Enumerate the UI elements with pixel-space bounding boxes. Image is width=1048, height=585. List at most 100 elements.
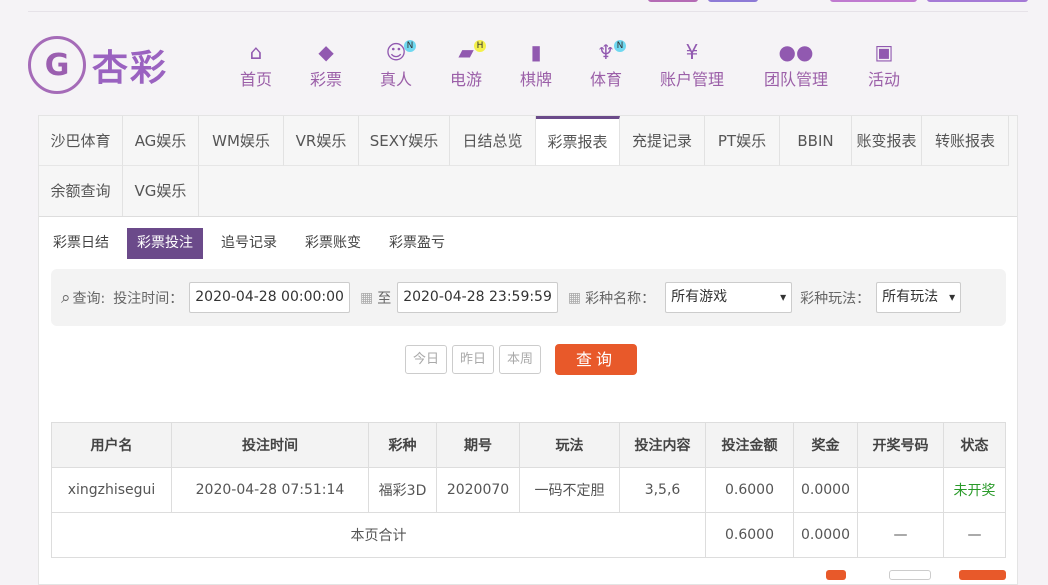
nav-label: 真人 [380, 70, 413, 89]
search-button[interactable]: 查询 [555, 344, 638, 375]
nav-home[interactable]: ⌂ 首页 [240, 40, 272, 90]
play-select[interactable]: 所有玩法 [876, 282, 962, 313]
cell-draw-numbers [857, 467, 944, 513]
pagination-button[interactable] [826, 570, 846, 580]
badge: N [614, 40, 627, 52]
subtab-profit[interactable]: 彩票盈亏 [379, 228, 455, 259]
cell-play: 一码不定胆 [519, 467, 620, 513]
col-issue: 期号 [436, 422, 520, 468]
trophy-icon: ♆ N [590, 40, 627, 66]
nav-live[interactable]: ☺ N 真人 [380, 40, 417, 90]
to-label: 至 [377, 290, 392, 307]
tab-wm[interactable]: WM娱乐 [199, 116, 284, 166]
cell-bet-time: 2020-04-28 07:51:14 [171, 467, 369, 513]
table-header: 用户名 投注时间 彩种 期号 玩法 投注内容 投注金额 奖金 开奖号码 状态 [51, 422, 1006, 468]
subtab-chase[interactable]: 追号记录 [211, 228, 287, 259]
tab-transfers[interactable]: 转账报表 [922, 116, 1009, 166]
nav-label: 活动 [868, 70, 901, 89]
tab-lottery-report[interactable]: 彩票报表 [536, 116, 620, 166]
nav-label: 首页 [240, 70, 273, 89]
subtab-bets[interactable]: 彩票投注 [127, 228, 203, 259]
cell-issue: 2020070 [436, 467, 520, 513]
status-badge: 未开奖 [943, 467, 1006, 513]
sub-tabs: 彩票日结 彩票投注 追号记录 彩票账变 彩票盈亏 [43, 228, 463, 259]
nav-label: 电游 [450, 70, 483, 89]
tab-ag[interactable]: AG娱乐 [123, 116, 199, 166]
team-icon: ●● [778, 40, 814, 64]
tab-bbin[interactable]: BBIN [780, 116, 852, 166]
cell-content: 3,5,6 [619, 467, 706, 513]
subtab-daily[interactable]: 彩票日结 [43, 228, 119, 259]
query-label: 查询: [72, 290, 106, 307]
top-button[interactable] [708, 0, 758, 2]
tab-sexy[interactable]: SEXY娱乐 [359, 116, 450, 166]
game-select[interactable]: 所有游戏 [665, 282, 793, 313]
today-button[interactable]: 今日 [405, 345, 448, 374]
report-tabs: 沙巴体育 AG娱乐 WM娱乐 VR娱乐 SEXY娱乐 日结总览 彩票报表 充提记… [39, 116, 1017, 217]
tab-pt[interactable]: PT娱乐 [705, 116, 780, 166]
total-label: 本页合计 [51, 512, 706, 558]
calendar-icon[interactable]: ▦ [360, 290, 373, 306]
col-bonus: 奖金 [793, 422, 858, 468]
total-amount: 0.6000 [705, 512, 794, 558]
divider [28, 11, 1028, 12]
page-input[interactable] [889, 570, 931, 580]
col-amount: 投注金额 [705, 422, 794, 468]
col-game: 彩种 [368, 422, 437, 468]
search-icon: ⌕ [61, 287, 71, 308]
lottery-ticket-icon: ◆ [318, 40, 334, 64]
col-play: 玩法 [519, 422, 620, 468]
cell-amount: 0.6000 [705, 467, 794, 513]
yesterday-button[interactable]: 昨日 [452, 345, 495, 374]
tab-vg[interactable]: VG娱乐 [123, 166, 199, 216]
badge: N [404, 40, 417, 52]
tab-account-changes[interactable]: 账变报表 [852, 116, 922, 166]
total-row: 本页合计 0.6000 0.0000 — — [51, 512, 1006, 558]
badge: H [474, 40, 487, 52]
calendar-icon[interactable]: ▦ [568, 290, 581, 306]
subtab-changes[interactable]: 彩票账变 [295, 228, 371, 259]
logo-mark-icon: G [28, 36, 86, 94]
tab-deposits[interactable]: 充提记录 [620, 116, 705, 166]
quick-buttons: 今日 昨日 本周 查询 [405, 344, 638, 375]
top-button[interactable] [648, 0, 698, 2]
play-label: 彩种玩法： [800, 290, 871, 307]
logo[interactable]: G 杏彩 [28, 36, 168, 94]
nav-team[interactable]: ●● 团队管理 [764, 40, 828, 90]
time-label: 投注时间： [113, 290, 184, 307]
gamepad-icon: ▰ H [450, 40, 487, 66]
yen-coin-icon: ¥ [685, 40, 699, 64]
tab-saba[interactable]: 沙巴体育 [39, 116, 123, 166]
nav-events[interactable]: ▣ 活动 [868, 40, 900, 90]
nav-label: 团队管理 [764, 70, 829, 89]
top-button[interactable] [830, 0, 917, 2]
logo-text: 杏彩 [92, 48, 169, 89]
tab-balance[interactable]: 余额查询 [39, 166, 123, 216]
cell-username: xingzhisegui [51, 467, 172, 513]
nav-cards[interactable]: ▮ 棋牌 [520, 40, 552, 90]
total-status: — [943, 512, 1006, 558]
tab-daily[interactable]: 日结总览 [450, 116, 536, 166]
cards-icon: ▮ [530, 40, 542, 64]
total-draw-numbers: — [857, 512, 944, 558]
tab-vr[interactable]: VR娱乐 [284, 116, 359, 166]
game-label: 彩种名称： [585, 290, 656, 307]
col-username: 用户名 [51, 422, 172, 468]
cell-game: 福彩3D [368, 467, 437, 513]
nav-sports[interactable]: ♆ N 体育 [590, 40, 627, 90]
nav-label: 棋牌 [520, 70, 553, 89]
col-content: 投注内容 [619, 422, 706, 468]
end-time-input[interactable]: 2020-04-28 23:59:59 [397, 282, 558, 313]
bets-table: 用户名 投注时间 彩种 期号 玩法 投注内容 投注金额 奖金 开奖号码 状态 x… [51, 422, 1006, 558]
total-bonus: 0.0000 [793, 512, 858, 558]
report-panel: 沙巴体育 AG娱乐 WM娱乐 VR娱乐 SEXY娱乐 日结总览 彩票报表 充提记… [38, 115, 1018, 585]
top-button[interactable] [927, 0, 1028, 2]
col-status: 状态 [943, 422, 1006, 468]
start-time-input[interactable]: 2020-04-28 00:00:00 [189, 282, 350, 313]
nav-slots[interactable]: ▰ H 电游 [450, 40, 487, 90]
nav-account[interactable]: ¥ 账户管理 [660, 40, 724, 90]
nav-label: 账户管理 [660, 70, 725, 89]
nav-lottery[interactable]: ◆ 彩票 [310, 40, 342, 90]
go-button[interactable] [959, 570, 1006, 580]
this-week-button[interactable]: 本周 [499, 345, 542, 374]
